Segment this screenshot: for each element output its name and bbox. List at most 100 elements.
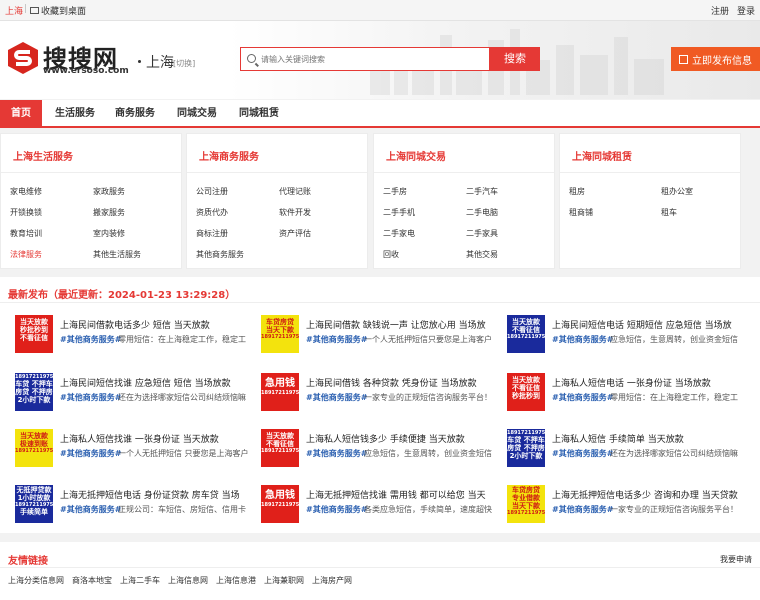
post-title[interactable]: 上海私人短信钱多少 手续便捷 当天放款 xyxy=(306,432,506,445)
category-link[interactable]: 二手电脑 xyxy=(466,207,498,218)
post-thumbnail[interactable]: 18917211975 车贷 不押车 房贷 不押房 2小时下款 xyxy=(15,373,53,411)
category-link[interactable]: 代理记账 xyxy=(279,186,311,197)
post-category[interactable]: #其他商务服务# xyxy=(552,504,613,515)
post-category[interactable]: #其他商务服务# xyxy=(306,504,367,515)
post-category[interactable]: #其他商务服务# xyxy=(60,392,121,403)
category-link[interactable]: 回收 xyxy=(383,249,399,260)
post-item[interactable]: 无抵押贷款 1小时放款 18917211975 手续简单 上海无抵押短信电话 身份证贷款… xyxy=(15,485,261,535)
post-item[interactable]: 急用钱 18917211975 上海民间借钱 各种贷款 凭身份证 当场放款 #其他商务… xyxy=(261,373,507,423)
publish-button[interactable]: 立即发布信息 xyxy=(671,47,760,71)
category-link[interactable]: 二手房 xyxy=(383,186,407,197)
nav-life-services[interactable]: 生活服务 xyxy=(48,100,102,128)
post-thumbnail[interactable]: 急用钱 18917211975 xyxy=(261,485,299,523)
post-item[interactable]: 当天放款 极速到账 18917211975 上海私人短信找谁 一张身份证 当天放款 #其… xyxy=(15,429,261,479)
category-link[interactable]: 教育培训 xyxy=(10,228,42,239)
search-button[interactable]: 搜索 xyxy=(490,47,540,71)
nav-home[interactable]: 首页 xyxy=(0,100,42,128)
post-thumbnail[interactable]: 无抵押贷款 1小时放款 18917211975 手续简单 xyxy=(15,485,53,523)
post-thumbnail[interactable]: 当天放款 秒批秒到 不看征信 xyxy=(15,315,53,353)
post-thumbnail[interactable]: 当天放款 不看征信 18917211975 xyxy=(507,315,545,353)
top-city-link[interactable]: 上海 xyxy=(5,4,23,17)
category-link[interactable]: 二手手机 xyxy=(383,207,415,218)
post-thumbnail[interactable]: 18917211975 车贷 不押车 房贷 不押房 2小时下款 xyxy=(507,429,545,467)
post-category[interactable]: #其他商务服务# xyxy=(306,392,367,403)
category-link[interactable]: 其他交易 xyxy=(466,249,498,260)
post-title[interactable]: 上海民间借款 缺钱说一声 让您放心用 当场放 xyxy=(306,318,506,331)
post-title[interactable]: 上海无抵押短信电话 身份证贷款 房车贷 当场 xyxy=(60,488,260,501)
post-title[interactable]: 上海民间短信找谁 应急短信 短信 当场放款 xyxy=(60,376,260,389)
category-link[interactable]: 家电维修 xyxy=(10,186,42,197)
post-thumbnail[interactable]: 急用钱 18917211975 xyxy=(261,373,299,411)
post-category[interactable]: #其他商务服务# xyxy=(60,504,121,515)
switch-city-link[interactable]: [切换] xyxy=(173,58,195,69)
post-category[interactable]: #其他商务服务# xyxy=(552,334,613,345)
category-title[interactable]: 上海同城交易 xyxy=(386,148,446,163)
friend-link[interactable]: 上海信息网 xyxy=(168,575,208,586)
post-title[interactable]: 上海无抵押短信找谁 需用钱 都可以给您 当天 xyxy=(306,488,506,501)
category-title[interactable]: 上海生活服务 xyxy=(13,148,73,163)
favorite-link[interactable]: 收藏到桌面 xyxy=(30,4,86,17)
category-link[interactable]: 法律服务 xyxy=(10,249,42,260)
post-item[interactable]: 当天放款 不看征信 18917211975 上海民间短信电话 短期短信 应急短信 当场… xyxy=(507,315,753,365)
post-title[interactable]: 上海私人短信找谁 一张身份证 当天放款 xyxy=(60,432,260,445)
friend-link[interactable]: 上海兼职网 xyxy=(264,575,304,586)
register-link[interactable]: 注册 xyxy=(711,4,729,17)
post-item[interactable]: 当天放款 秒批秒到 不看征信 上海民间借款电话多少 短信 当天放款 #其他商务服务# 零用… xyxy=(15,315,261,365)
post-item[interactable]: 急用钱 18917211975 上海无抵押短信找谁 需用钱 都可以给您 当天 #其他商… xyxy=(261,485,507,535)
nav-local-rental[interactable]: 同城租赁 xyxy=(232,100,286,128)
post-category[interactable]: #其他商务服务# xyxy=(60,334,121,345)
category-title[interactable]: 上海同城租赁 xyxy=(572,148,632,163)
nav-business-services[interactable]: 商务服务 xyxy=(108,100,162,128)
category-link[interactable]: 租商铺 xyxy=(569,207,593,218)
post-category[interactable]: #其他商务服务# xyxy=(306,334,367,345)
category-link[interactable]: 搬家服务 xyxy=(93,207,125,218)
search-input[interactable] xyxy=(261,51,486,67)
post-thumbnail[interactable]: 当天放款 极速到账 18917211975 xyxy=(15,429,53,467)
category-link[interactable]: 商标注册 xyxy=(196,228,228,239)
friend-link[interactable]: 商洛本地宝 xyxy=(72,575,112,586)
friend-link[interactable]: 上海二手车 xyxy=(120,575,160,586)
post-item[interactable]: 车贷房贷 专业借款 当天下款 18917211975 上海无抵押短信电话多少 咨询和办理… xyxy=(507,485,753,535)
category-link[interactable]: 二手家电 xyxy=(383,228,415,239)
category-link[interactable]: 室内装修 xyxy=(93,228,125,239)
post-title[interactable]: 上海民间短信电话 短期短信 应急短信 当场放 xyxy=(552,318,752,331)
post-thumbnail[interactable]: 车贷房贷 专业借款 当天下款 18917211975 xyxy=(507,485,545,523)
apply-link[interactable]: 我要申请 xyxy=(720,554,752,565)
post-title[interactable]: 上海无抵押短信电话多少 咨询和办理 当天贷款 xyxy=(552,488,752,501)
post-thumbnail[interactable]: 当天放款 不看征信 秒批秒到 xyxy=(507,373,545,411)
category-link[interactable]: 其他商务服务 xyxy=(196,249,244,260)
category-link[interactable]: 租房 xyxy=(569,186,585,197)
category-link[interactable]: 租办公室 xyxy=(661,186,693,197)
category-link[interactable]: 二手家具 xyxy=(466,228,498,239)
friend-link[interactable]: 上海分类信息网 xyxy=(8,575,64,586)
friend-link[interactable]: 上海信息港 xyxy=(216,575,256,586)
post-item[interactable]: 18917211975 车贷 不押车 房贷 不押房 2小时下款 上海私人短信 手续简单 … xyxy=(507,429,753,479)
post-category[interactable]: #其他商务服务# xyxy=(306,448,367,459)
nav-local-trade[interactable]: 同城交易 xyxy=(170,100,224,128)
post-title[interactable]: 上海民间借钱 各种贷款 凭身份证 当场放款 xyxy=(306,376,506,389)
post-thumbnail[interactable]: 车贷房贷 当天下款 18917211975 xyxy=(261,315,299,353)
category-link[interactable]: 租车 xyxy=(661,207,677,218)
post-title[interactable]: 上海私人短信电话 一张身份证 当场放款 xyxy=(552,376,752,389)
post-item[interactable]: 当天放款 不看征信 秒批秒到 上海私人短信电话 一张身份证 当场放款 #其他商务服务# 零… xyxy=(507,373,753,423)
category-link[interactable]: 其他生活服务 xyxy=(93,249,141,260)
post-category[interactable]: #其他商务服务# xyxy=(552,392,613,403)
post-title[interactable]: 上海民间借款电话多少 短信 当天放款 xyxy=(60,318,260,331)
category-link[interactable]: 二手汽车 xyxy=(466,186,498,197)
post-item[interactable]: 车贷房贷 当天下款 18917211975 上海民间借款 缺钱说一声 让您放心用 当场… xyxy=(261,315,507,365)
category-link[interactable]: 开锁换锁 xyxy=(10,207,42,218)
post-item[interactable]: 当天放款 不看征信 18917211975 上海私人短信钱多少 手续便捷 当天放款 #其… xyxy=(261,429,507,479)
category-link[interactable]: 资质代办 xyxy=(196,207,228,218)
category-link[interactable]: 公司注册 xyxy=(196,186,228,197)
post-thumbnail[interactable]: 当天放款 不看征信 18917211975 xyxy=(261,429,299,467)
post-category[interactable]: #其他商务服务# xyxy=(60,448,121,459)
login-link[interactable]: 登录 xyxy=(737,4,755,17)
post-category[interactable]: #其他商务服务# xyxy=(552,448,613,459)
post-item[interactable]: 18917211975 车贷 不押车 房贷 不押房 2小时下款 上海民间短信找谁 应急短… xyxy=(15,373,261,423)
category-link[interactable]: 家政服务 xyxy=(93,186,125,197)
category-link[interactable]: 资产评估 xyxy=(279,228,311,239)
category-link[interactable]: 软件开发 xyxy=(279,207,311,218)
logo-icon[interactable] xyxy=(6,41,40,75)
friend-link[interactable]: 上海房产网 xyxy=(312,575,352,586)
category-title[interactable]: 上海商务服务 xyxy=(199,148,259,163)
